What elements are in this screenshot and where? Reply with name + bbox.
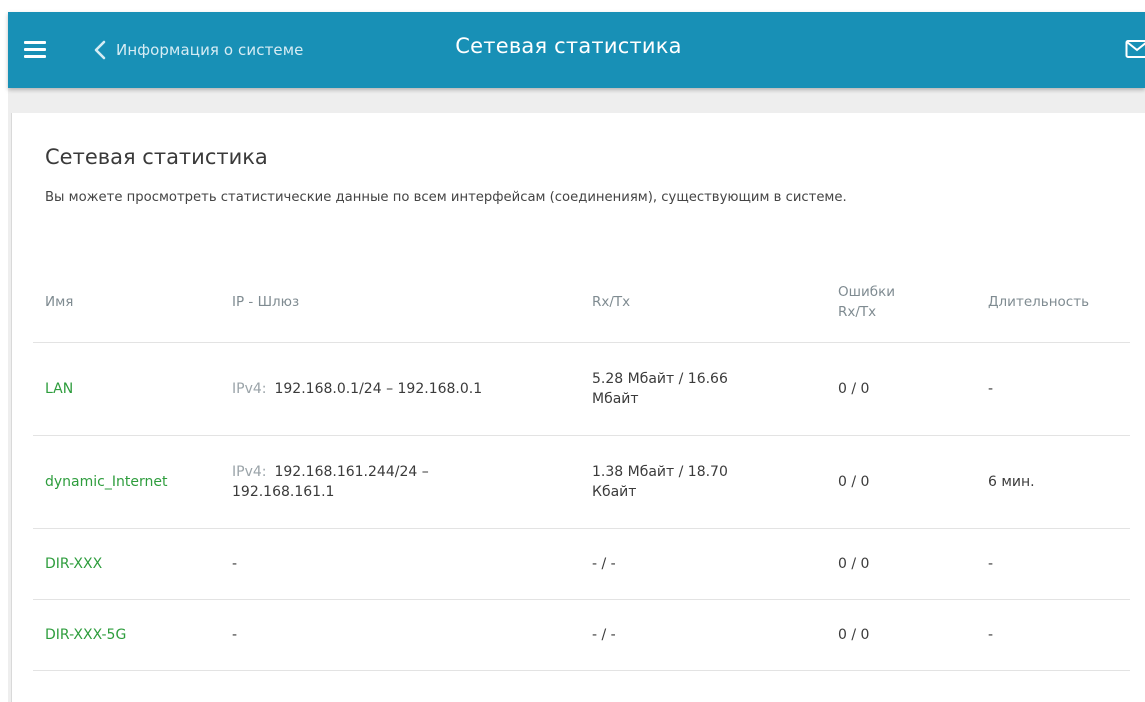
table-row: DIR-XXX-5G - - / - 0 / 0 - xyxy=(33,599,1130,671)
ip-value: 192.168.0.1/24 – 192.168.0.1 xyxy=(274,380,483,397)
ip-prefix: IPv4: xyxy=(232,463,267,480)
col-header-errors-line1: Ошибки xyxy=(838,284,896,301)
errors-cell: 0 / 0 xyxy=(826,342,976,436)
rxtx-cell: - / - xyxy=(580,599,826,671)
interface-link-dir-xxx[interactable]: DIR-XXX xyxy=(45,556,102,572)
ip-value: 192.168.161.244/24 – xyxy=(274,463,429,480)
col-header-name: Имя xyxy=(33,263,220,343)
ip-cell: - xyxy=(220,528,580,600)
rxtx-unit: Кбайт xyxy=(592,483,637,500)
rxtx-value: 1.38 Мбайт / 18.70 xyxy=(592,463,728,480)
top-bar: Информация о системе Сетевая статистика xyxy=(8,12,1145,88)
ip-cell: IPv4: 192.168.0.1/24 – 192.168.0.1 xyxy=(220,342,580,436)
errors-cell: 0 / 0 xyxy=(826,528,976,600)
app-frame: Информация о системе Сетевая статистика … xyxy=(8,12,1145,702)
content-card: Сетевая статистика Вы можете просмотреть… xyxy=(11,113,1145,702)
interface-link-lan[interactable]: LAN xyxy=(45,381,73,397)
page-title-text: Сетевая статистика xyxy=(455,34,682,58)
duration-cell: 6 мин. xyxy=(976,435,1130,529)
col-header-rxtx: Rx/Tx xyxy=(580,263,826,343)
ip-prefix: IPv4: xyxy=(232,380,267,397)
col-header-duration: Длительность xyxy=(976,263,1130,343)
col-header-ip: IP - Шлюз xyxy=(220,263,580,343)
mail-icon[interactable] xyxy=(1125,39,1145,59)
interface-link-dynamic-internet[interactable]: dynamic_Internet xyxy=(45,474,167,490)
col-header-errors: Ошибки Rx/Tx xyxy=(826,263,976,343)
duration-cell: - xyxy=(976,528,1130,600)
duration-cell: - xyxy=(976,342,1130,436)
rxtx-unit: Мбайт xyxy=(592,390,639,407)
interface-link-dir-xxx-5g[interactable]: DIR-XXX-5G xyxy=(45,627,126,643)
ip-gateway: 192.168.161.1 xyxy=(232,483,335,500)
table-row: LAN IPv4: 192.168.0.1/24 – 192.168.0.1 5.… xyxy=(33,342,1130,436)
duration-cell: - xyxy=(976,599,1130,671)
errors-cell: 0 / 0 xyxy=(826,599,976,671)
section-description: Вы можете просмотреть статистические дан… xyxy=(45,190,847,205)
section-heading: Сетевая статистика xyxy=(45,145,268,169)
errors-cell: 0 / 0 xyxy=(826,435,976,529)
rxtx-cell: - / - xyxy=(580,528,826,600)
rxtx-value: 5.28 Мбайт / 16.66 xyxy=(592,370,728,387)
ip-cell: IPv4: 192.168.161.244/24 – 192.168.161.1 xyxy=(220,435,580,529)
page-title: Сетевая статистика xyxy=(8,34,1145,58)
table-header-row: Имя IP - Шлюз Rx/Tx Ошибки Rx/Tx Длитель… xyxy=(33,263,1130,343)
table-row: DIR-XXX - - / - 0 / 0 - xyxy=(33,528,1130,600)
ip-cell: - xyxy=(220,599,580,671)
rxtx-cell: 1.38 Мбайт / 18.70 Кбайт xyxy=(580,435,826,529)
col-header-errors-line2: Rx/Tx xyxy=(838,304,877,321)
table-row: dynamic_Internet IPv4: 192.168.161.244/24… xyxy=(33,435,1130,529)
stats-table: Имя IP - Шлюз Rx/Tx Ошибки Rx/Tx Длитель… xyxy=(33,263,1130,671)
rxtx-cell: 5.28 Мбайт / 16.66 Мбайт xyxy=(580,342,826,436)
